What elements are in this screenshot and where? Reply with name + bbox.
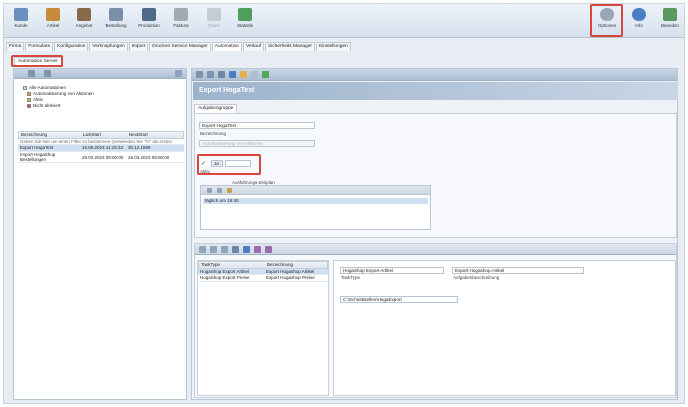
task-grid-header: TaskType Bezeichnung: [198, 261, 328, 269]
schedule-item[interactable]: täglich um 16:40: [203, 198, 428, 204]
edit-task-icon[interactable]: [221, 245, 228, 253]
statistics-icon: [238, 8, 252, 21]
box-icon: [46, 8, 60, 21]
tab-import[interactable]: Import: [128, 42, 149, 51]
schedule-box: täglich um 16:40: [200, 185, 431, 230]
refresh-icon[interactable]: [44, 70, 51, 77]
ribbon-button-artikel[interactable]: Artikel: [38, 6, 68, 36]
task-detail: HogaShop Export Artikel TaskType Export …: [333, 260, 676, 396]
aufgabenbeschreibung-input[interactable]: Export Hogashop Artikel: [452, 267, 584, 274]
ribbon-button-faktura[interactable]: Faktura: [166, 6, 196, 36]
move-down-icon[interactable]: [265, 245, 272, 253]
remove-icon[interactable]: [207, 71, 214, 78]
highlight-automation-server: [11, 55, 63, 67]
export-path-input[interactable]: C:\Schnittstellen\HogaExport: [340, 296, 458, 303]
ribbon-button-info[interactable]: Info: [624, 6, 654, 36]
group-form: Export HogaTest Bezeichnung Automatisier…: [194, 113, 677, 238]
inactive-icon: [27, 104, 31, 108]
stop-icon[interactable]: [251, 71, 258, 78]
datev-icon: [207, 8, 221, 21]
automation-detail-panel: Export HogaTest Aufgabengruppe Export Ho…: [191, 68, 678, 400]
add-task-icon[interactable]: [199, 245, 206, 253]
task-list: TaskType Bezeichnung HogaShop Export Art…: [197, 260, 329, 396]
automation-tree: Alle Automationen Automatisierung von Ak…: [23, 85, 94, 109]
table-row[interactable]: HogaShop Export Preise Export Hogashop P…: [198, 275, 328, 282]
invoice-icon: [174, 8, 188, 21]
folder-icon: [23, 86, 27, 90]
run-icon[interactable]: [262, 71, 269, 78]
tasks-section: TaskType Bezeichnung HogaShop Export Art…: [194, 243, 677, 398]
ribbon-button-datev: Datev: [199, 6, 229, 36]
col-header-nextstart[interactable]: NextStart: [127, 132, 183, 138]
col-header-laststart[interactable]: LastStart: [81, 132, 127, 138]
automation-icon: [27, 92, 31, 96]
save-task-icon[interactable]: [232, 245, 239, 253]
action-type-select: Automatisierung von Aktionen: [199, 140, 315, 147]
tab-verknuepfungen[interactable]: Verknüpfungen: [89, 42, 128, 51]
tab-formulare[interactable]: Formulare: [25, 42, 54, 51]
tab-verlauf[interactable]: Verlauf: [243, 42, 264, 51]
automation-list-panel: Alle Automationen Automatisierung von Ak…: [13, 68, 187, 400]
ribbon-button-beenden[interactable]: Beenden: [655, 6, 684, 36]
application-window: Kunde Artikel Angebot Bestellung Produkt…: [3, 3, 685, 404]
highlight-optionen: [590, 4, 623, 37]
collapse-icon[interactable]: [28, 70, 35, 77]
tasktype-select[interactable]: HogaShop Export Artikel: [340, 267, 444, 274]
ribbon-button-angebot[interactable]: Angebot: [69, 6, 99, 36]
active-icon: [27, 98, 31, 102]
bezeichnung-label: Bezeichnung: [200, 131, 227, 136]
grid-header: Bezeichnung LastStart NextStart: [18, 131, 184, 139]
exit-icon: [663, 8, 677, 21]
add-schedule-icon[interactable]: [207, 187, 212, 193]
tab-sicherheits-manager[interactable]: Sicherheits Manager: [264, 42, 315, 51]
ribbon-button-kunde[interactable]: Kunde: [6, 6, 36, 36]
col-header-task-bezeichnung[interactable]: Bezeichnung: [265, 262, 327, 268]
automation-grid: Bezeichnung LastStart NextStart Geben Si…: [18, 131, 184, 163]
move-up-icon[interactable]: [254, 245, 261, 253]
detail-toolbar: [192, 69, 677, 81]
info-icon: [632, 8, 646, 21]
ribbon-button-statistik[interactable]: Statistik: [230, 6, 260, 36]
bezeichnung-input[interactable]: Export HogaTest: [199, 122, 315, 129]
user-icon: [14, 8, 28, 21]
tab-einstellungen[interactable]: Einstellungen: [315, 42, 351, 51]
save-icon[interactable]: [218, 71, 225, 78]
tasktype-label: TaskType: [341, 275, 361, 280]
tree-item-nicht-aktiviert[interactable]: Nicht aktiviert: [27, 103, 94, 109]
tab-drucken-service-manager[interactable]: Drucken Service Manager: [149, 42, 211, 51]
edit-schedule-icon[interactable]: [227, 187, 232, 193]
copy-icon[interactable]: [229, 71, 236, 78]
highlight-aktiv: [197, 154, 261, 175]
handshake-icon: [77, 8, 91, 21]
remove-schedule-icon[interactable]: [217, 187, 222, 193]
panel-pin-icon[interactable]: [175, 70, 182, 77]
col-header-tasktype[interactable]: TaskType: [199, 262, 265, 268]
left-panel-toolbar: [14, 69, 186, 79]
add-icon[interactable]: [196, 71, 203, 78]
comment-icon[interactable]: [240, 71, 247, 78]
ribbon-button-bestellung[interactable]: Bestellung: [101, 6, 131, 36]
tab-automation[interactable]: Automation: [211, 42, 243, 51]
col-header-bezeichnung[interactable]: Bezeichnung: [19, 132, 81, 138]
tab-firma[interactable]: Firma: [6, 42, 25, 51]
ribbon-button-produktion[interactable]: Produktion: [134, 6, 164, 36]
schedule-toolbar: [201, 186, 430, 195]
production-icon: [142, 8, 156, 21]
ribbon-toolbar: Kunde Artikel Angebot Bestellung Produkt…: [4, 4, 684, 38]
tab-konfiguration[interactable]: Konfiguration: [54, 42, 89, 51]
document-icon: [109, 8, 123, 21]
tasks-toolbar: [195, 244, 676, 255]
remove-task-icon[interactable]: [210, 245, 217, 253]
copy-task-icon[interactable]: [243, 245, 250, 253]
table-row[interactable]: Import HogaShop Bestellungen 28.03.2023 …: [18, 152, 184, 163]
detail-title: Export HogaTest: [193, 82, 678, 100]
main-tabbar: Firma Formulare Konfiguration Verknüpfun…: [6, 42, 352, 51]
aufgabenbeschreibung-label: Aufgabenbeschreibung: [453, 275, 500, 280]
